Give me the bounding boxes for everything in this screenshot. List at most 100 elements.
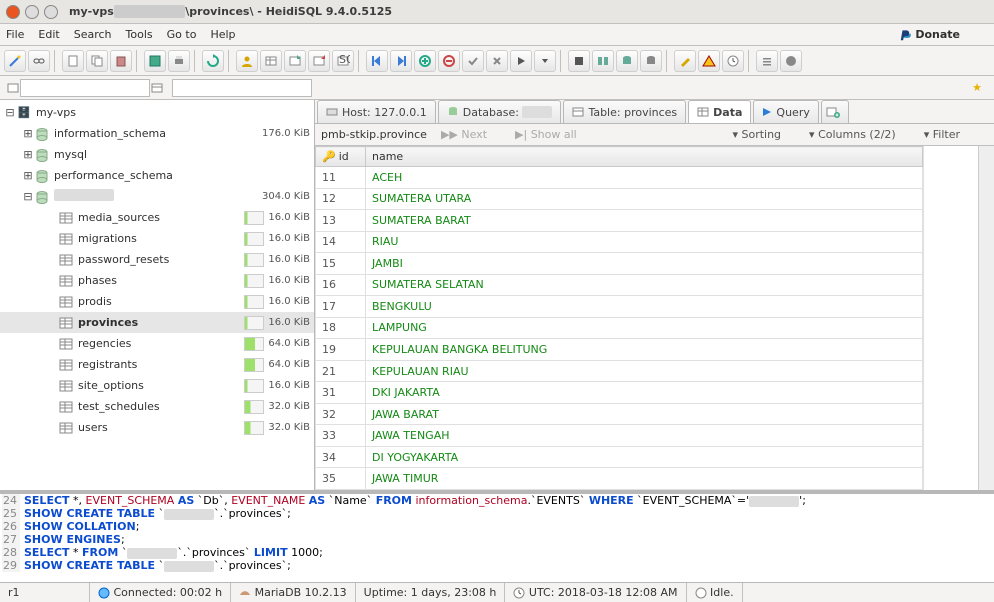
tool-wand[interactable] [4,50,26,72]
tool-copy[interactable] [86,50,108,72]
tab-query[interactable]: Query [753,100,818,123]
object-tree[interactable]: ⊟🗄️my-vps⊞information_schema176.0 KiB⊞my… [0,100,315,490]
menu-help[interactable]: Help [210,28,235,41]
menu-file[interactable]: File [6,28,24,41]
tree-table[interactable]: prodis16.0 KiB [0,291,314,312]
vertical-scrollbar[interactable] [978,146,994,490]
tree-table[interactable]: site_options16.0 KiB [0,375,314,396]
table-row[interactable]: 16SUMATERA SELATAN [316,274,923,296]
tab-database[interactable]: Database: [438,100,562,123]
tool-apply[interactable] [462,50,484,72]
table-row[interactable]: 12SUMATERA UTARA [316,188,923,210]
table-row[interactable]: 21KEPULAUAN RIAU [316,360,923,382]
show-all-button[interactable]: ▶| Show all [515,128,591,141]
cell-name[interactable]: KEPULAUAN RIAU [366,360,923,382]
table-row[interactable]: 33JAWA TENGAH [316,425,923,447]
tab-new-query[interactable] [821,100,849,123]
tab-host[interactable]: Host: 127.0.0.1 [317,100,436,123]
cell-name[interactable]: JAMBI [366,253,923,275]
tool-new[interactable] [62,50,84,72]
column-header-name[interactable]: name [366,147,923,167]
column-header-id[interactable]: 🔑id [316,147,366,167]
table-row[interactable]: 11ACEH [316,167,923,189]
tree-db[interactable]: ⊞performance_schema [0,165,314,186]
tool-export[interactable] [284,50,306,72]
cell-id[interactable]: 18 [316,317,366,339]
tree-table[interactable]: migrations16.0 KiB [0,228,314,249]
sorting-dropdown[interactable]: ▾ Sorting [732,128,795,141]
tree-table[interactable]: users32.0 KiB [0,417,314,438]
table-row[interactable]: 19KEPULAUAN BANGKA BELITUNG [316,339,923,361]
tool-edit[interactable] [674,50,696,72]
table-row[interactable]: 14RIAU [316,231,923,253]
tool-first[interactable] [366,50,388,72]
tool-time[interactable] [722,50,744,72]
tool-remove[interactable] [438,50,460,72]
tool-refresh[interactable] [202,50,224,72]
tool-users[interactable] [236,50,258,72]
table-row[interactable]: 31DKI JAKARTA [316,382,923,404]
tree-table[interactable]: password_resets16.0 KiB [0,249,314,270]
menu-search[interactable]: Search [74,28,112,41]
cell-name[interactable]: BENGKULU [366,296,923,318]
table-row[interactable]: 34DI YOGYAKARTA [316,446,923,468]
table-row[interactable]: 17BENGKULU [316,296,923,318]
next-button[interactable]: ▶▶ Next [441,128,501,141]
cell-name[interactable]: SUMATERA UTARA [366,188,923,210]
tree-table[interactable]: phases16.0 KiB [0,270,314,291]
cell-id[interactable]: 34 [316,446,366,468]
menu-goto[interactable]: Go to [167,28,197,41]
tree-table[interactable]: provinces16.0 KiB [0,312,314,333]
donate-button[interactable]: Donate [899,28,974,42]
tab-table[interactable]: Table: provinces [563,100,686,123]
cell-id[interactable]: 17 [316,296,366,318]
tool-link[interactable] [28,50,50,72]
tool-cancel[interactable] [486,50,508,72]
favorite-icon[interactable]: ★ [972,81,982,94]
tool-table[interactable] [260,50,282,72]
cell-id[interactable]: 32 [316,403,366,425]
tool-settings[interactable] [756,50,778,72]
tree-server[interactable]: ⊟🗄️my-vps [0,102,314,123]
db-filter-input[interactable] [20,79,150,97]
menu-tools[interactable]: Tools [126,28,153,41]
table-row[interactable]: 18LAMPUNG [316,317,923,339]
filter-dropdown[interactable]: ▾ Filter [924,128,974,141]
tool-import[interactable] [308,50,330,72]
menu-edit[interactable]: Edit [38,28,59,41]
cell-id[interactable]: 35 [316,468,366,490]
table-filter-input[interactable] [172,79,312,97]
cell-id[interactable]: 31 [316,382,366,404]
cell-id[interactable]: 16 [316,274,366,296]
tab-data[interactable]: Data [688,100,751,123]
tool-add[interactable] [414,50,436,72]
tool-format[interactable] [592,50,614,72]
tool-run-dropdown[interactable] [534,50,556,72]
cell-name[interactable]: DI YOGYAKARTA [366,446,923,468]
tree-table[interactable]: registrants64.0 KiB [0,354,314,375]
cell-name[interactable]: SUMATERA SELATAN [366,274,923,296]
cell-id[interactable]: 33 [316,425,366,447]
tree-table[interactable]: media_sources16.0 KiB [0,207,314,228]
cell-name[interactable]: RIAU [366,231,923,253]
tool-paste[interactable] [110,50,132,72]
cell-id[interactable]: 15 [316,253,366,275]
tool-db1[interactable] [616,50,638,72]
tool-print[interactable] [168,50,190,72]
table-row[interactable]: 35JAWA TIMUR [316,468,923,490]
cell-name[interactable]: JAWA TENGAH [366,425,923,447]
data-grid[interactable]: 🔑id name 11ACEH12SUMATERA UTARA13SUMATER… [315,146,923,490]
cell-id[interactable]: 11 [316,167,366,189]
cell-id[interactable]: 14 [316,231,366,253]
tool-run[interactable] [510,50,532,72]
tool-last[interactable] [390,50,412,72]
cell-name[interactable]: SUMATERA BARAT [366,210,923,232]
table-row[interactable]: 15JAMBI [316,253,923,275]
tool-log[interactable] [780,50,802,72]
window-minimize-button[interactable] [25,5,39,19]
cell-name[interactable]: KEPULAUAN BANGKA BELITUNG [366,339,923,361]
window-close-button[interactable] [6,5,20,19]
cell-id[interactable]: 21 [316,360,366,382]
tree-db-current[interactable]: ⊟304.0 KiB [0,186,314,207]
cell-name[interactable]: JAWA BARAT [366,403,923,425]
